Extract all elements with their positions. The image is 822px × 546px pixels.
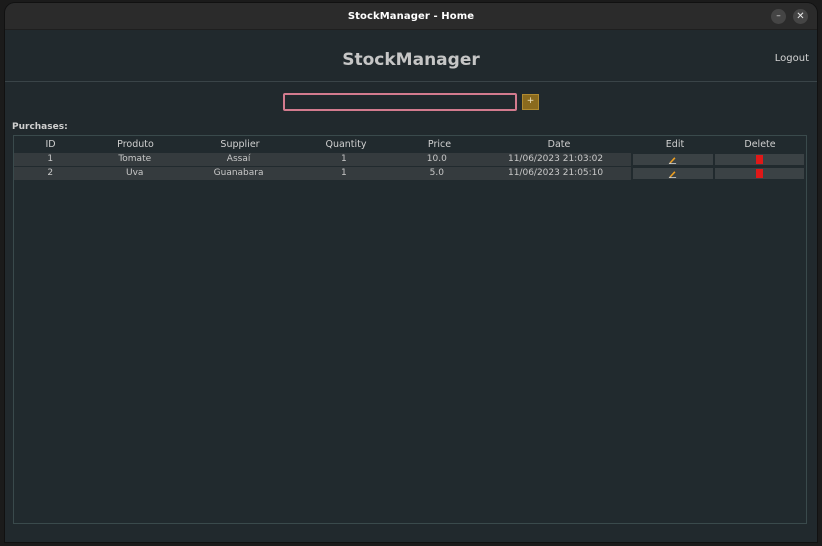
search-row: + xyxy=(283,93,539,111)
column-header-id: ID xyxy=(45,138,56,150)
delete-button[interactable] xyxy=(714,154,805,165)
app-title: StockManager xyxy=(342,50,480,70)
table-row[interactable]: 1 Tomate Assaí 1 10.0 11/06/2023 21:03:0… xyxy=(14,153,806,166)
cell-quantity: 1 xyxy=(294,167,394,180)
cell-id: 1 xyxy=(14,153,87,166)
cell-supplier: Assaí xyxy=(182,153,295,166)
app-window: StockManager - Home – ✕ StockManager Log… xyxy=(5,3,817,542)
cell-date: 11/06/2023 21:05:10 xyxy=(480,167,632,180)
delete-button[interactable] xyxy=(714,168,805,179)
column-header-quantity: Quantity xyxy=(325,138,367,150)
purchases-table: ID Produto Supplier Quantity Price Date … xyxy=(13,135,807,524)
app-header: StockManager Logout xyxy=(5,30,817,82)
search-input[interactable] xyxy=(283,93,517,111)
cell-produto: Tomate xyxy=(86,153,183,166)
cell-id: 2 xyxy=(14,167,87,180)
title-bar: StockManager - Home – ✕ xyxy=(5,3,817,30)
column-header-price: Price xyxy=(427,138,452,150)
trash-icon xyxy=(755,155,763,164)
purchases-label: Purchases: xyxy=(12,122,68,132)
table-header: ID Produto Supplier Quantity Price Date … xyxy=(14,136,806,152)
cell-quantity: 1 xyxy=(294,153,394,166)
close-button[interactable]: ✕ xyxy=(793,9,808,24)
pencil-icon xyxy=(669,171,677,178)
add-button[interactable]: + xyxy=(522,94,539,110)
column-header-date: Date xyxy=(547,138,571,150)
edit-button[interactable] xyxy=(633,168,713,179)
column-header-produto: Produto xyxy=(117,138,154,150)
window-title: StockManager - Home xyxy=(347,10,475,22)
cell-date: 11/06/2023 21:03:02 xyxy=(480,153,632,166)
cell-price: 5.0 xyxy=(393,167,481,180)
table-row[interactable]: 2 Uva Guanabara 1 5.0 11/06/2023 21:05:1… xyxy=(14,167,806,180)
column-header-edit: Edit xyxy=(665,138,685,150)
column-header-delete: Delete xyxy=(744,138,776,150)
cell-price: 10.0 xyxy=(393,153,481,166)
logout-button[interactable]: Logout xyxy=(775,53,809,64)
cell-supplier: Guanabara xyxy=(182,167,295,180)
minimize-button[interactable]: – xyxy=(771,9,786,24)
pencil-icon xyxy=(669,157,677,164)
edit-button[interactable] xyxy=(633,154,713,165)
cell-produto: Uva xyxy=(86,167,183,180)
column-header-supplier: Supplier xyxy=(220,138,260,150)
trash-icon xyxy=(755,169,763,178)
